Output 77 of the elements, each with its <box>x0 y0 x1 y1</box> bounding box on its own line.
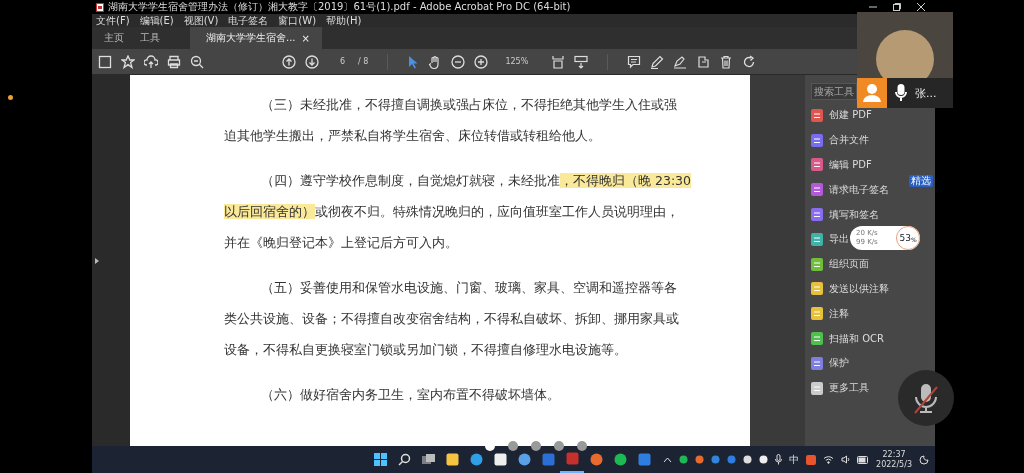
microphone-icon <box>895 84 907 102</box>
tab[interactable]: 湖南大学学生宿舍... × <box>190 27 322 49</box>
page-indicator-dot[interactable] <box>531 441 541 451</box>
tool-item[interactable]: 保护 <box>811 350 849 376</box>
zoom-out-icon[interactable] <box>190 54 204 69</box>
search-icon[interactable] <box>397 453 411 466</box>
tool-item[interactable]: 扫描和 OCR <box>811 326 884 351</box>
close-icon[interactable] <box>917 3 925 11</box>
participant-name: 张... <box>915 85 937 101</box>
menu-item[interactable]: 文件(F) <box>96 13 130 28</box>
tool-item[interactable]: 组织页面 <box>811 251 869 277</box>
tool-item[interactable]: 请求电子签名 精选 <box>811 177 933 203</box>
person-icon <box>857 78 887 108</box>
rotate-icon[interactable] <box>742 54 757 69</box>
tool-item[interactable]: 导出 <box>811 227 849 252</box>
upload-icon[interactable] <box>144 54 158 69</box>
menu-item[interactable]: 窗口(W) <box>278 13 317 28</box>
microphone-icon[interactable] <box>775 454 783 465</box>
speaker-icon[interactable] <box>841 455 851 464</box>
zoom-dropdown[interactable]: 125% <box>497 57 543 66</box>
panel-expand-icon[interactable] <box>95 257 99 264</box>
document-text-line: 设备，不得私自更换寝室门锁或另加门锁，不得擅自修理水电设施等。 <box>224 341 627 359</box>
document-text-line: （四）遵守学校作息制度，自觉熄灯就寝，未经批准，不得晚归（晚 23:30 <box>261 172 691 190</box>
document-text-line: （六）做好宿舍内务卫生，室内布置不得破坏墙体。 <box>261 386 560 404</box>
trash-icon[interactable] <box>719 54 734 69</box>
page-indicator-dot[interactable] <box>577 441 587 451</box>
pointer-icon[interactable] <box>407 54 420 69</box>
tool-item[interactable]: 更多工具 <box>811 375 869 401</box>
zoom-in-icon[interactable] <box>474 54 489 69</box>
menu-item[interactable]: 编辑(E) <box>139 13 174 28</box>
clock-date: 2022/5/3 <box>876 459 912 470</box>
tool-item[interactable]: 合并文件 <box>811 127 869 153</box>
document-text-line: （五）妥善使用和保管水电设施、门窗、玻璃、家具、空调和遥控器等各 <box>261 279 677 297</box>
notification-dot <box>8 95 13 100</box>
star-icon[interactable] <box>121 54 135 69</box>
fit-page-icon[interactable] <box>551 54 566 69</box>
pen-icon[interactable] <box>650 54 665 69</box>
page-indicator-dot[interactable] <box>554 441 564 451</box>
minimize-icon[interactable] <box>869 3 877 11</box>
document-text-line: 并在《晚归登记本》上登记后方可入内。 <box>224 234 458 252</box>
document-text-line: （三）未经批准，不得擅自调换或强占床位，不得拒绝其他学生入住或强 <box>261 96 677 114</box>
page-up-icon[interactable] <box>282 54 296 69</box>
zoom-out-icon[interactable] <box>451 54 466 69</box>
page-down-icon[interactable] <box>305 54 319 69</box>
wifi-icon[interactable] <box>823 455 835 464</box>
muted-microphone-button[interactable] <box>898 370 954 426</box>
menu-item[interactable]: 帮助(H) <box>326 13 362 28</box>
tool-item[interactable]: 注释 <box>811 301 849 327</box>
signature-icon[interactable] <box>673 54 688 69</box>
battery-icon[interactable] <box>857 455 870 464</box>
menu-item[interactable]: 视图(V) <box>183 13 219 28</box>
page-indicator-dot[interactable] <box>508 441 518 451</box>
tab[interactable]: 主页 <box>96 27 132 49</box>
badge: 精选 <box>909 175 933 188</box>
menu-item[interactable]: 电子签名 <box>228 13 269 28</box>
notification-icon[interactable] <box>919 454 929 465</box>
tool-item[interactable]: 发送以供注释 <box>811 276 889 302</box>
tab[interactable]: 工具 <box>132 27 168 49</box>
search-field[interactable]: 搜索工具 <box>811 83 857 100</box>
chevron-up-icon[interactable] <box>663 456 673 463</box>
document-text-line: 以后回宿舍的）或彻夜不归。特殊情况晚归的，应向值班室工作人员说明理由， <box>224 203 679 221</box>
clock-time: 22:37 <box>882 449 906 460</box>
page-total: / 8 <box>358 57 369 66</box>
page-number-field[interactable]: 6 <box>328 57 350 66</box>
tool-item[interactable]: 创建 PDF <box>811 103 872 128</box>
document-text-line: 类公共设施、设备；不得擅自改变宿舍结构，不得私自破坏、拆卸、挪用家具或 <box>224 310 679 328</box>
print-icon[interactable] <box>167 54 181 69</box>
pdf-file-icon <box>96 2 104 12</box>
task-view-icon[interactable] <box>421 453 435 466</box>
restore-icon[interactable] <box>893 3 901 11</box>
comment-icon[interactable] <box>627 54 642 69</box>
input-method-indicator[interactable]: 中 <box>789 452 800 467</box>
window-title: 湖南大学学生宿舍管理办法（修订）湘大教字〔2019〕61号(1).pdf - Adobe Acrobat Pro DC (64-bit) <box>108 0 571 14</box>
tool-item[interactable]: 编辑 PDF <box>811 152 872 178</box>
windows-start-icon[interactable] <box>373 453 387 466</box>
tool-item[interactable]: 填写和签名 <box>811 202 879 227</box>
document-text-line: 迫其他学生搬出，严禁私自将学生宿舍、床位转借或转租给他人。 <box>224 127 601 145</box>
